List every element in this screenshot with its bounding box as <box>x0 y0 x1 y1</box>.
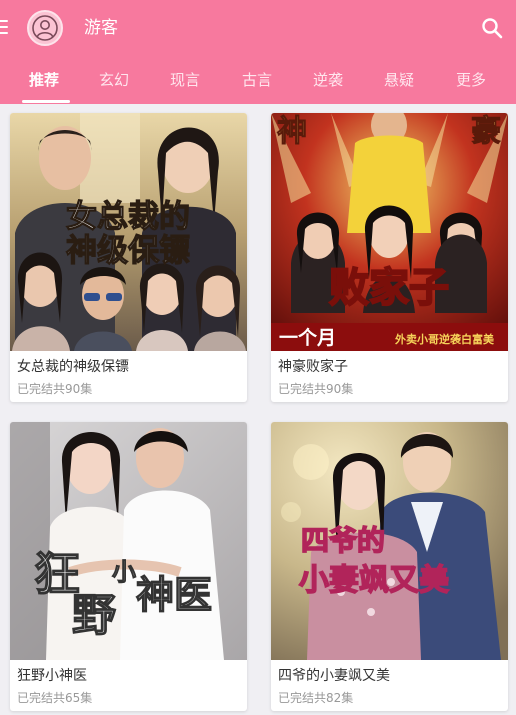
active-tab-indicator <box>22 100 70 103</box>
drama-poster[interactable]: 狂 小 野 神医 <box>10 422 247 660</box>
drama-episode-status: 已完结共82集 <box>278 691 354 705</box>
search-icon[interactable] <box>481 17 503 39</box>
drama-title[interactable]: 狂野小神医 <box>17 667 87 685</box>
tab-fantasy[interactable]: 玄幻 <box>99 70 129 90</box>
category-tabs: 推荐 玄幻 现言 古言 逆袭 悬疑 更多 <box>0 58 516 104</box>
drama-title[interactable]: 四爷的小妻飒又美 <box>278 667 390 685</box>
svg-text:豪: 豪 <box>471 114 501 149</box>
svg-text:神: 神 <box>277 114 307 149</box>
poster-title-rest: 神医 <box>136 572 212 617</box>
app-header: 游客 推荐 玄幻 现言 古言 逆袭 悬疑 更多 <box>0 0 516 104</box>
drama-title[interactable]: 女总裁的神级保镖 <box>17 358 129 376</box>
poster-title-line1: 四爷的 <box>301 524 385 557</box>
drama-episode-status: 已完结共90集 <box>278 382 354 396</box>
user-icon <box>32 15 58 41</box>
drama-card[interactable]: 神 豪 败家子 一个月 外卖小哥逆袭白富美 神豪败家子 已完结共90集 <box>271 113 508 402</box>
drama-card[interactable]: 狂 小 野 神医 狂野小神医 已完结共65集 <box>10 422 247 711</box>
poster-title-char2: 野 <box>72 590 116 641</box>
drama-poster[interactable]: 神 豪 败家子 一个月 外卖小哥逆袭白富美 <box>271 113 508 351</box>
poster-subtitle: 外卖小哥逆袭白富美 <box>394 332 495 346</box>
tab-comeback[interactable]: 逆袭 <box>313 70 343 90</box>
tab-more[interactable]: 更多 <box>456 70 486 90</box>
tab-recommended[interactable]: 推荐 <box>29 70 59 90</box>
drama-poster[interactable]: 四爷的 小妻飒又美 <box>271 422 508 660</box>
drama-card[interactable]: 女总裁的 神级保镖 女总裁的神级保镖 已完结共90集 <box>10 113 247 402</box>
drama-episode-status: 已完结共65集 <box>17 691 93 705</box>
poster-title-line2: 小妻飒又美 <box>299 563 449 598</box>
drama-poster[interactable]: 女总裁的 神级保镖 <box>10 113 247 351</box>
username[interactable]: 游客 <box>84 17 118 39</box>
drama-episode-status: 已完结共90集 <box>17 382 93 396</box>
menu-icon[interactable] <box>0 20 10 36</box>
drama-card[interactable]: 四爷的 小妻飒又美 四爷的小妻飒又美 已完结共82集 <box>271 422 508 711</box>
avatar[interactable] <box>27 10 63 46</box>
poster-title-line2: 神级保镖 <box>66 233 190 269</box>
tab-ancient-romance[interactable]: 古言 <box>242 70 272 90</box>
drama-title[interactable]: 神豪败家子 <box>278 358 348 376</box>
poster-title-char-small: 小 <box>112 557 136 586</box>
top-bar: 游客 <box>0 0 516 58</box>
poster-title-line1: 女总裁的 <box>66 199 190 235</box>
poster-title: 败家子 <box>329 264 449 311</box>
tab-modern-romance[interactable]: 现言 <box>170 70 200 90</box>
poster-banner: 一个月 <box>279 327 336 349</box>
tab-mystery[interactable]: 悬疑 <box>384 70 414 90</box>
